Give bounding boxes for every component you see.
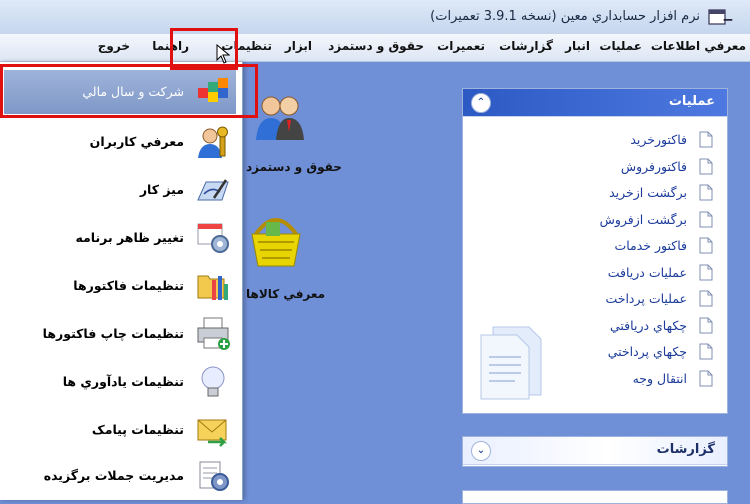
minimize-icon[interactable]: ▁ [720, 8, 736, 22]
operations-panel-header[interactable]: عمليات ⌃ [463, 89, 727, 117]
document-watermark-icon [480, 326, 542, 400]
reports-panel-title: گزارشات [656, 442, 715, 457]
collapse-chevron-icon[interactable]: ⌃ [471, 93, 491, 113]
next-panel [462, 490, 728, 504]
dropdown-label: تنظيمات فاکتورها [73, 278, 184, 293]
document-icon [699, 211, 713, 227]
company-item-highlight [0, 64, 258, 118]
dropdown-item-appearance[interactable]: تغيير ظاهر برنامه [4, 216, 236, 260]
dropdown-item-phrases[interactable]: مديريت جملات برگزيده [4, 454, 236, 498]
menu-item-define-info[interactable]: معرفي اطلاعات [651, 39, 746, 53]
title-bar: نرم افزار حسابداري معين (نسخه 3.9.1 تعمي… [0, 0, 750, 35]
desktop-label-payroll: حقوق و دستمزد [246, 160, 342, 174]
dropdown-item-users[interactable]: معرفي کاربران [4, 120, 236, 164]
dropdown-item-desk[interactable]: ميز کار [4, 168, 236, 212]
operations-task-label: فاکتورخريد [630, 132, 687, 147]
menu-item-reports[interactable]: گزارشات [499, 39, 553, 53]
dropdown-label: مديريت جملات برگزيده [43, 468, 184, 483]
dropdown-label: تغيير ظاهر برنامه [75, 230, 184, 245]
document-icon [699, 131, 713, 148]
payroll-people-icon[interactable] [252, 92, 308, 144]
operations-task-item[interactable]: برگشت ازخريد [477, 182, 713, 204]
operations-task-label: برگشت ازفروش [599, 211, 687, 227]
document-icon [699, 343, 713, 360]
lightbulb-icon [201, 366, 225, 397]
dropdown-item-invoice-settings[interactable]: تنظيمات فاکتورها [4, 264, 236, 308]
dropdown-label: معرفي کاربران [89, 134, 184, 149]
operations-task-label: چکهاي پرداختي [607, 344, 687, 359]
document-icon [699, 317, 713, 333]
operations-task-label: فاکتورفروش [620, 158, 687, 174]
operations-task-item[interactable]: فاکتورخريد [477, 129, 713, 151]
expand-chevron-icon[interactable]: ⌄ [471, 441, 491, 461]
operations-task-item[interactable]: فاکتورفروش [477, 156, 713, 178]
document-icon [699, 158, 713, 174]
dropdown-label: تنظيمات پيامک [91, 422, 184, 437]
menu-item-payroll[interactable]: حقوق و دستمزد [328, 39, 424, 53]
dropdown-item-print-settings[interactable]: تنظيمات چاپ فاکتورها [4, 312, 236, 356]
desktop-pen-icon [197, 179, 229, 201]
phrases-gear-icon [199, 461, 229, 491]
operations-task-label: فاکتور خدمات [614, 238, 687, 253]
window-title: نرم افزار حسابداري معين (نسخه 3.9.1 تعمي… [430, 9, 700, 24]
document-icon [699, 290, 713, 307]
desktop-label-goods: معرفي کالاها [246, 287, 326, 301]
dropdown-item-reminder-settings[interactable]: تنظيمات يادآوري ها [4, 360, 236, 404]
dropdown-item-sms-settings[interactable]: تنظيمات پيامک [4, 408, 236, 452]
document-icon [699, 370, 713, 386]
operations-task-label: چکهاي دريافتي [609, 317, 687, 333]
operations-task-label: برگشت ازخريد [609, 185, 687, 200]
operations-task-item[interactable]: عمليات پرداخت [477, 288, 713, 310]
menu-item-warehouse[interactable]: انبار [565, 39, 590, 53]
operations-panel: عمليات ⌃ فاکتورخريد فاکتورفروش برگشت ازخري… [462, 88, 728, 414]
mouse-cursor-icon [216, 44, 230, 64]
appearance-gear-icon [197, 223, 229, 253]
document-icon [699, 264, 713, 280]
operations-task-label: عمليات دريافت [607, 264, 687, 280]
menu-bar: معرفي اطلاعات عمليات انبار گزارشات تعمير… [0, 34, 750, 62]
printer-add-icon [197, 317, 230, 350]
operations-task-label: عمليات پرداخت [605, 291, 687, 306]
menu-item-operations[interactable]: عمليات [599, 39, 642, 53]
operations-task-item[interactable]: برگشت ازفروش [477, 209, 713, 231]
operations-task-label: انتقال وجه [632, 370, 687, 386]
operations-panel-title: عمليات [668, 94, 715, 109]
invoice-settings-icon [197, 275, 228, 300]
sms-envelope-icon [197, 419, 228, 447]
menu-item-repairs[interactable]: تعميرات [437, 39, 485, 53]
reports-panel-header[interactable]: گزارشات ⌄ [463, 437, 727, 465]
menu-item-exit[interactable]: خروج [98, 39, 130, 53]
menu-item-tools[interactable]: ابزار [285, 39, 312, 53]
goods-basket-icon[interactable] [248, 212, 304, 270]
reports-panel: گزارشات ⌄ [462, 436, 728, 467]
operations-task-item[interactable]: عمليات دريافت [477, 262, 713, 284]
users-key-icon [198, 126, 228, 158]
settings-dropdown-menu: شرکت و سال مالي معرفي کاربران ميز کار تغ… [0, 62, 243, 500]
dropdown-label: تنظيمات يادآوري ها [62, 374, 184, 389]
document-icon [699, 184, 713, 201]
dropdown-label: ميز کار [139, 182, 184, 197]
document-icon [699, 237, 713, 254]
dropdown-label: تنظيمات چاپ فاکتورها [42, 326, 184, 341]
operations-task-item[interactable]: فاکتور خدمات [477, 235, 713, 257]
